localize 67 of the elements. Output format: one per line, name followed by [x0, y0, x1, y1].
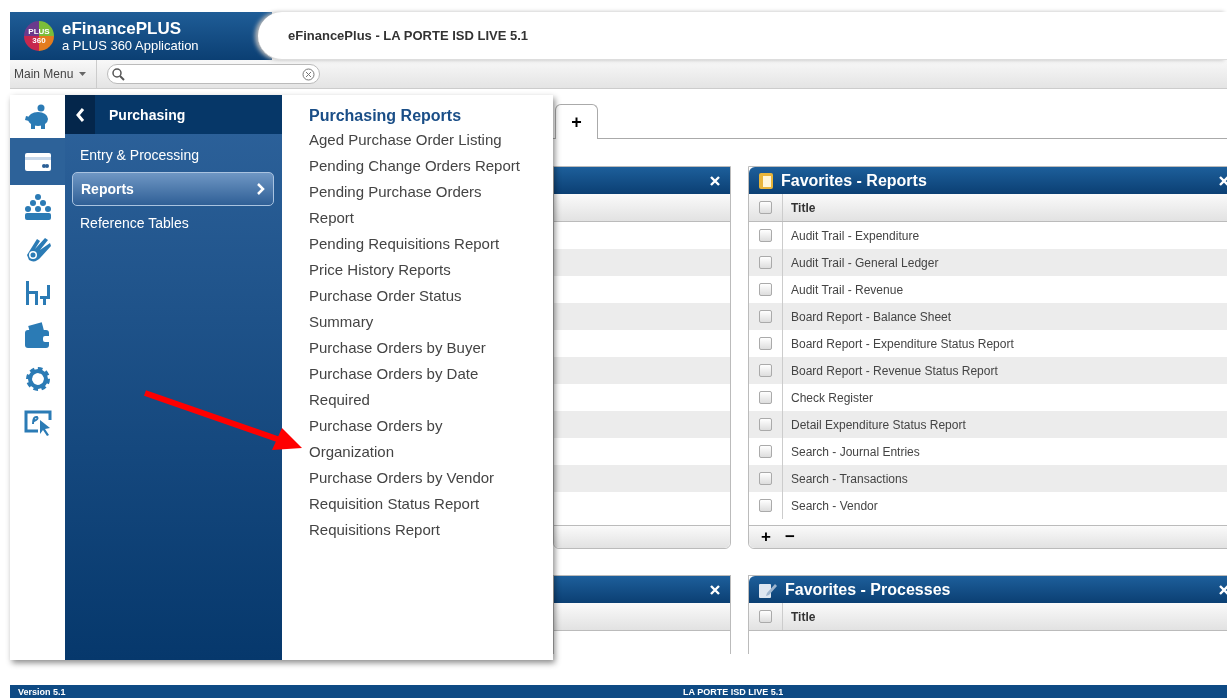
checkbox[interactable]: [759, 418, 772, 431]
column-header: Title: [790, 609, 816, 624]
checkbox[interactable]: [759, 472, 772, 485]
back-chevron-icon[interactable]: [75, 107, 85, 122]
close-icon[interactable]: [1219, 584, 1227, 595]
menu-item[interactable]: Reports: [72, 172, 274, 206]
menu-link[interactable]: Purchase Orders by Buyer: [309, 335, 524, 361]
people-icon: [22, 191, 53, 222]
checkbox[interactable]: [759, 229, 772, 242]
environment-label: LA PORTE ISD LIVE 5.1: [683, 686, 785, 697]
menu-link[interactable]: Price History Reports: [309, 257, 524, 283]
menu-section-title: Purchasing: [109, 106, 186, 123]
menu-link[interactable]: Pending Requisitions Report: [309, 231, 524, 257]
close-icon[interactable]: [710, 584, 720, 595]
table-cell[interactable]: Search - Vendor: [783, 498, 878, 513]
checkbox[interactable]: [759, 256, 772, 269]
checkbox[interactable]: [759, 283, 772, 296]
table-cell[interactable]: Audit Trail - General Ledger: [783, 255, 939, 270]
table-cell[interactable]: Audit Trail - Expenditure: [783, 228, 920, 243]
remove-button[interactable]: −: [784, 528, 795, 546]
menu-link[interactable]: Requisition Status Report: [309, 491, 524, 517]
table-cell[interactable]: Board Report - Expenditure Status Report: [783, 336, 1014, 351]
app-name: eFinancePLUS: [62, 19, 183, 38]
table-cell[interactable]: Search - Journal Entries: [783, 444, 920, 459]
checkbox[interactable]: [759, 391, 772, 404]
app-tagline: a PLUS 360 Application: [62, 38, 199, 53]
clear-icon[interactable]: [302, 67, 316, 81]
panel-title: Favorites - Processes: [785, 580, 951, 599]
table-cell[interactable]: Audit Trail - Revenue: [783, 282, 904, 297]
panel-title: Favorites - Reports: [781, 171, 927, 190]
chevron-right-icon: [257, 183, 265, 195]
menu-item[interactable]: Reference Tables: [72, 206, 274, 240]
checkbox[interactable]: [759, 310, 772, 323]
note-pencil-icon: [759, 581, 777, 598]
table-cell[interactable]: Search - Transactions: [783, 471, 908, 486]
report-icon: [759, 172, 773, 189]
menu-link[interactable]: Requisitions Report: [309, 517, 524, 543]
column-header: Title: [790, 200, 816, 215]
menu-link[interactable]: Purchase Orders by Date Required: [309, 361, 524, 413]
close-icon[interactable]: [710, 175, 720, 186]
search-icon: [112, 67, 126, 81]
version-label: Version 5.1: [18, 686, 67, 697]
menu-link[interactable]: Purchase Orders by Organization: [309, 413, 524, 465]
menu-link[interactable]: Purchase Order Status Summary: [309, 283, 524, 335]
add-tab[interactable]: +: [555, 104, 598, 139]
checkbox[interactable]: [759, 364, 772, 377]
table-cell[interactable]: Board Report - Balance Sheet: [783, 309, 952, 324]
main-menu-button[interactable]: Main Menu: [10, 60, 98, 88]
checkbox[interactable]: [759, 201, 772, 214]
add-button[interactable]: +: [761, 528, 771, 546]
menu-link[interactable]: Pending Purchase Orders Report: [309, 179, 524, 231]
module-button[interactable]: [10, 138, 65, 185]
checkbox[interactable]: [759, 610, 772, 623]
logo: PLUS 360: [24, 21, 54, 51]
table-cell[interactable]: Check Register: [783, 390, 874, 405]
checkbox[interactable]: [759, 337, 772, 350]
window-title: eFinancePlus - LA PORTE ISD LIVE 5.1: [258, 12, 1227, 60]
search-field[interactable]: [107, 64, 321, 84]
close-icon[interactable]: [1219, 175, 1227, 186]
checkbox[interactable]: [759, 445, 772, 458]
menu-link[interactable]: Purchase Orders by Vendor: [309, 465, 524, 491]
submenu-title: Purchasing Reports: [309, 106, 463, 126]
menu-item[interactable]: Entry & Processing: [72, 138, 274, 172]
menu-link[interactable]: Aged Purchase Order Listing: [309, 127, 524, 153]
checkbox[interactable]: [759, 499, 772, 512]
menu-link[interactable]: Pending Change Orders Report: [309, 153, 524, 179]
caret-icon: [79, 72, 87, 76]
